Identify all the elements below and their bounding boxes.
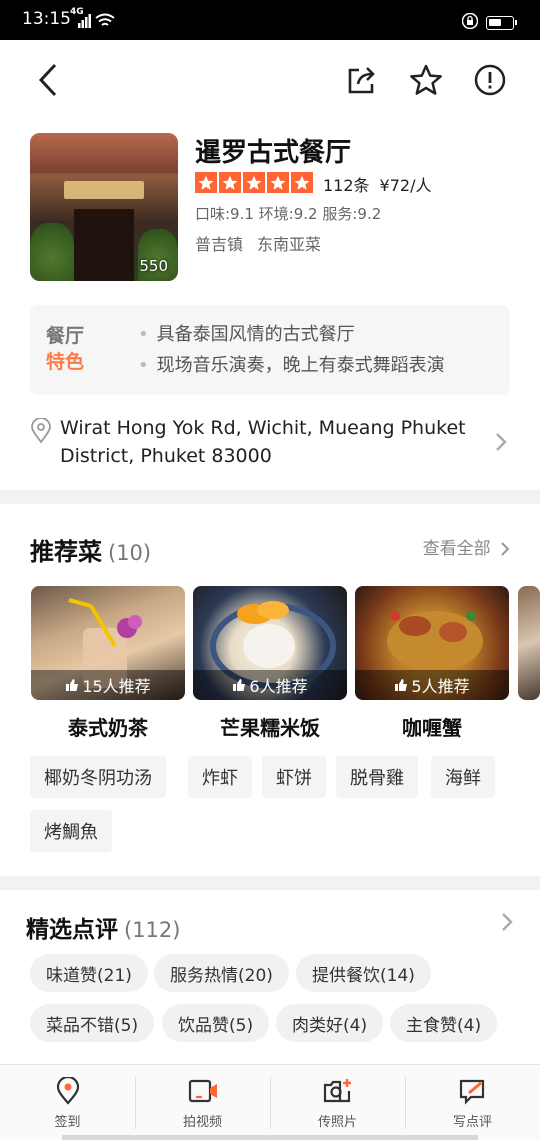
top-nav [0, 40, 540, 120]
rating-meta: 112条 ¥72/人 [323, 172, 441, 196]
price-per-person: ¥72/人 [379, 176, 432, 195]
review-tag[interactable]: 提供餐饮(14) [296, 954, 431, 992]
review-tag[interactable]: 主食赞(4) [390, 1004, 498, 1042]
restaurant-name: 暹罗古式餐厅 [195, 138, 352, 168]
status-time: 13:15 [22, 9, 71, 29]
dish-card[interactable]: 5人推荐 [355, 586, 509, 700]
review-tag[interactable]: 服务热情(20) [154, 954, 289, 992]
status-bar: 13:15 4G [0, 0, 540, 40]
reviews-header: 精选点评 (112) [26, 910, 180, 944]
write-review-icon [459, 1079, 484, 1105]
alert-circle-icon [474, 64, 506, 96]
star-icon [291, 172, 313, 193]
recommended-title: 推荐菜 [30, 538, 102, 566]
chevron-right-icon [501, 542, 510, 556]
signal-icon [78, 14, 91, 28]
dish-card[interactable]: 15人推荐 [31, 586, 185, 700]
photo-count: 550 [139, 257, 168, 275]
back-button[interactable] [28, 60, 68, 100]
dish-name[interactable]: 咖喱蟹 [355, 712, 509, 741]
chevron-right-icon[interactable] [494, 432, 508, 452]
feature-badge: 餐厅 特色 [46, 323, 84, 375]
dish-recommend-pill: 6人推荐 [193, 670, 347, 700]
wifi-icon [95, 13, 115, 26]
write-review-label: 写点评 [452, 1115, 492, 1130]
feature-item: 具备泰国风情的古式餐厅 [138, 319, 445, 350]
review-tag[interactable]: 菜品不错(5) [30, 1004, 155, 1042]
star-outline-icon [410, 64, 442, 95]
review-tag[interactable]: 味道赞(21) [30, 954, 148, 992]
cuisine-tag[interactable]: 东南亚菜 [257, 235, 321, 254]
dish-chip[interactable]: 脱骨雞 [336, 756, 418, 798]
thumbs-up-icon [395, 679, 408, 691]
reviews-count: 112条 [323, 176, 370, 195]
star-icon [243, 172, 265, 193]
write-review-button[interactable]: 写点评 [405, 1065, 540, 1140]
dish-chip[interactable]: 炸虾 [188, 756, 252, 798]
home-indicator [62, 1135, 478, 1140]
record-video-label: 拍视频 [182, 1115, 222, 1130]
upload-photo-label: 传照片 [317, 1115, 357, 1130]
dish-card[interactable]: 6人推荐 [193, 586, 347, 700]
location-tags: 普吉镇 东南亚菜 [195, 231, 335, 255]
feature-badge-line2: 特色 [46, 351, 85, 373]
reviews-title: 精选点评 [26, 917, 118, 943]
bottom-action-bar: 签到 拍视频 传照片 写点评 [0, 1064, 540, 1140]
rating-stars [195, 172, 313, 193]
checkin-button[interactable]: 签到 [0, 1065, 135, 1140]
sub-scores: 口味:9.1 环境:9.2 服务:9.2 [195, 205, 382, 223]
dish-chip[interactable]: 椰奶冬阴功汤 [30, 756, 166, 798]
location-pin-icon [56, 1077, 79, 1105]
feature-item: 现场音乐演奏，晚上有泰式舞蹈表演 [138, 350, 445, 381]
review-tag[interactable]: 饮品赞(5) [162, 1004, 270, 1042]
dish-name[interactable]: 芒果糯米饭 [193, 712, 347, 741]
battery-icon [486, 16, 517, 30]
dish-recommend-pill: 5人推荐 [355, 670, 509, 700]
report-button[interactable] [470, 60, 510, 100]
dish-name[interactable]: 泰式奶茶 [31, 712, 185, 741]
see-all-label: 查看全部 [422, 539, 491, 559]
section-divider [0, 876, 540, 890]
area-tag[interactable]: 普吉镇 [195, 235, 243, 254]
photo-camera-icon [323, 1079, 351, 1103]
star-icon [219, 172, 241, 193]
see-all-link[interactable]: 查看全部 [423, 534, 510, 559]
location-pin-icon [31, 418, 51, 444]
dish-recommend-pill: 15人推荐 [31, 670, 185, 700]
restaurant-photo[interactable]: 550 [30, 133, 178, 281]
star-icon [195, 172, 217, 193]
section-divider [0, 490, 540, 504]
share-button[interactable] [342, 60, 382, 100]
address-text[interactable]: Wirat Hong Yok Rd, Wichit, Mueang Phuket… [60, 414, 480, 470]
recommended-header: 推荐菜 (10) [30, 532, 151, 567]
favorite-button[interactable] [406, 60, 446, 100]
dish-chip[interactable]: 虾饼 [262, 756, 326, 798]
restaurant-features: 餐厅 特色 具备泰国风情的古式餐厅 现场音乐演奏，晚上有泰式舞蹈表演 [30, 305, 510, 395]
video-camera-icon [188, 1079, 217, 1103]
thumbs-up-icon [66, 679, 79, 691]
share-icon [348, 67, 375, 94]
checkin-label: 签到 [54, 1115, 81, 1130]
record-video-button[interactable]: 拍视频 [135, 1065, 270, 1140]
reviews-count: (112) [124, 918, 181, 942]
dish-chip[interactable]: 烤鯛魚 [30, 810, 112, 852]
dish-chip[interactable]: 海鲜 [431, 756, 495, 798]
feature-badge-line1: 餐厅 [46, 325, 85, 347]
recommended-count: (10) [108, 541, 152, 565]
chevron-right-icon[interactable] [500, 912, 514, 932]
upload-photo-button[interactable]: 传照片 [270, 1065, 405, 1140]
review-tag[interactable]: 肉类好(4) [276, 1004, 384, 1042]
dish-card-partial[interactable] [518, 586, 540, 700]
star-icon [267, 172, 289, 193]
lock-icon [462, 13, 478, 29]
thumbs-up-icon [233, 679, 246, 691]
back-arrow-icon [38, 63, 57, 97]
